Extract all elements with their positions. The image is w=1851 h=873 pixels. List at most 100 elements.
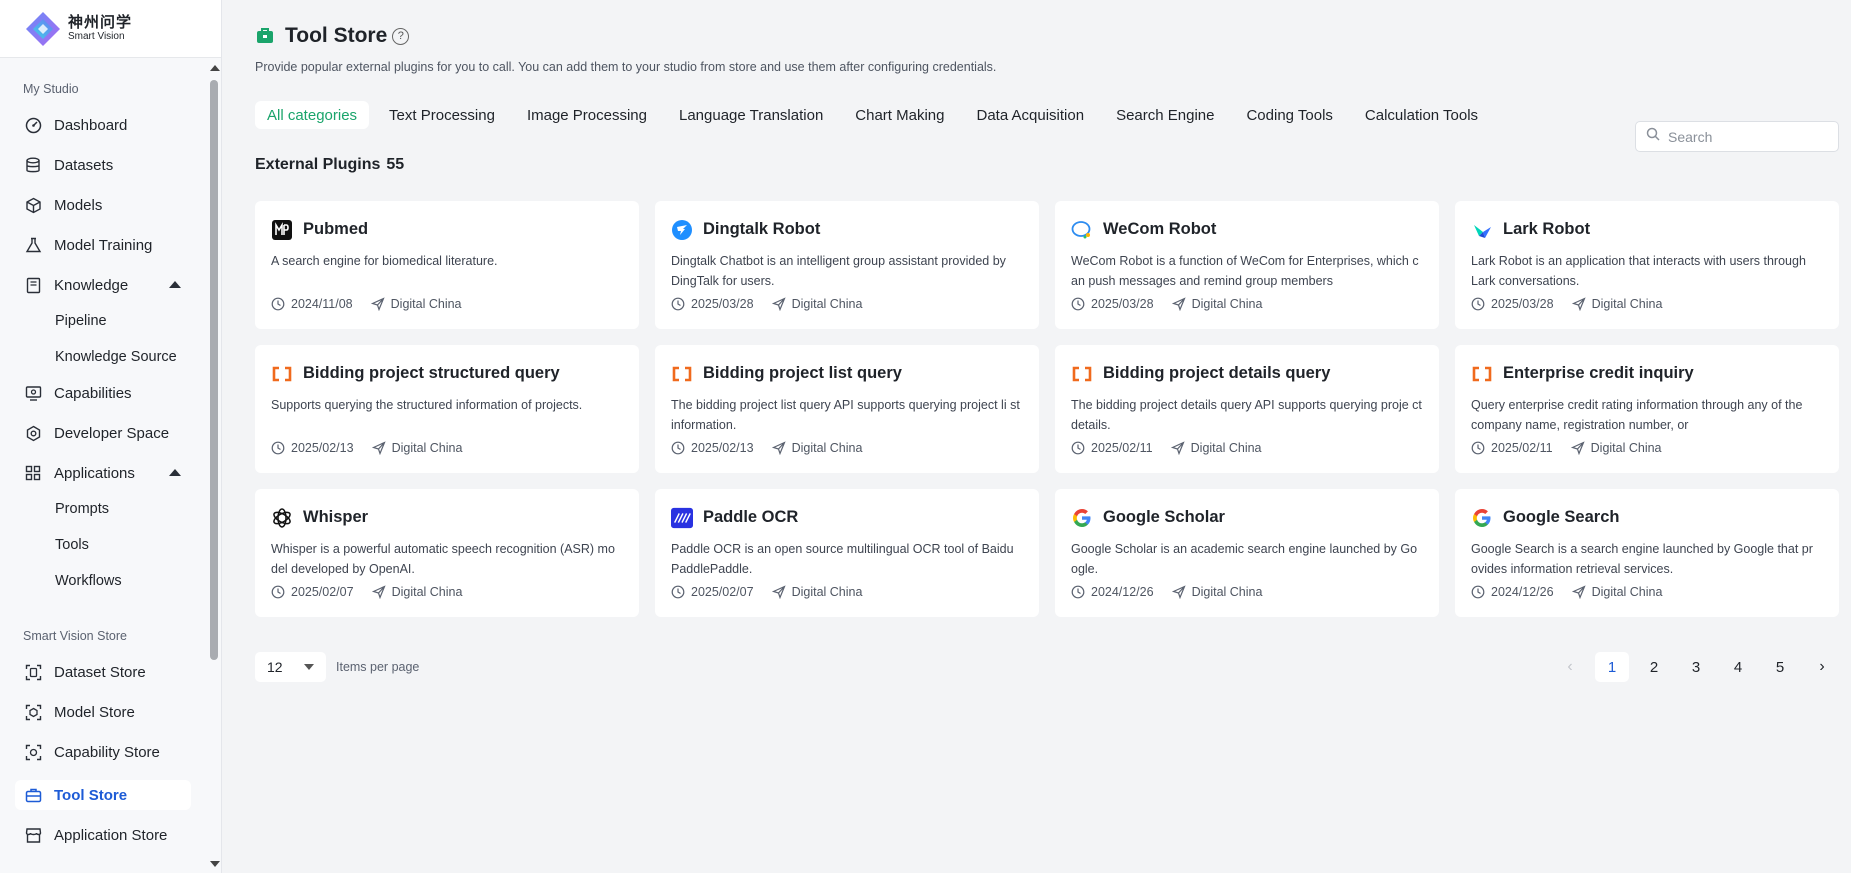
sidebar-item-prompts[interactable]: Prompts [15, 494, 191, 524]
sidebar-item-model-store[interactable]: Model Store [15, 697, 191, 727]
sidebar-item-datasets[interactable]: Datasets [15, 150, 191, 180]
chevron-down-icon [304, 664, 314, 670]
tab-all-categories[interactable]: All categories [255, 101, 370, 129]
card-date: 2025/02/13 [691, 441, 754, 455]
card-date: 2025/03/28 [1091, 297, 1154, 311]
card-author: Digital China [791, 441, 863, 455]
page-2-button[interactable]: 2 [1637, 652, 1671, 682]
collapse-caret-icon[interactable] [169, 469, 181, 476]
tab-text-processing[interactable]: Text Processing [377, 101, 507, 129]
sidebar-item-label: Dashboard [54, 116, 128, 134]
page-1-button[interactable]: 1 [1595, 652, 1629, 682]
sidebar-item-knowledge-source[interactable]: Knowledge Source [15, 342, 191, 372]
grid-icon [24, 464, 42, 482]
pagination: ‹ 1 2 3 4 5 › [1545, 652, 1839, 682]
clock-icon [271, 297, 285, 311]
search-box[interactable] [1635, 121, 1839, 152]
plugin-card-enterprise-credit-inquiry[interactable]: Enterprise credit inquiry Query enterpri… [1455, 345, 1839, 473]
plugin-card-google-search[interactable]: Google Search Google Search is a search … [1455, 489, 1839, 617]
sidebar-item-label: Pipeline [55, 313, 107, 329]
sidebar-item-tools[interactable]: Tools [15, 530, 191, 560]
sidebar-item-capability-store[interactable]: Capability Store [15, 737, 191, 767]
sidebar-item-label: Capabilities [54, 384, 132, 402]
card-title: Bidding project details query [1103, 364, 1331, 382]
tab-image-processing[interactable]: Image Processing [515, 101, 659, 129]
tab-calculation-tools[interactable]: Calculation Tools [1353, 101, 1490, 129]
card-author: Digital China [1591, 585, 1663, 599]
tab-language-translation[interactable]: Language Translation [667, 101, 835, 129]
sidebar-item-dashboard[interactable]: Dashboard [15, 110, 191, 140]
card-date: 2025/02/11 [1091, 441, 1153, 455]
sidebar-scrollbar[interactable] [206, 58, 222, 873]
card-date: 2025/02/13 [291, 441, 354, 455]
sidebar-item-models[interactable]: Models [15, 190, 191, 220]
plugin-card-whisper[interactable]: Whisper Whisper is a powerful automatic … [255, 489, 639, 617]
dataset-store-icon [24, 663, 42, 681]
card-title: Dingtalk Robot [703, 220, 821, 238]
sidebar-item-label: Tools [55, 537, 89, 553]
page-subtitle: Provide popular external plugins for you… [255, 60, 997, 74]
page-5-button[interactable]: 5 [1763, 652, 1797, 682]
plugin-card-google-scholar[interactable]: Google Scholar Google Scholar is an acad… [1055, 489, 1439, 617]
smart-vision-logo-icon [24, 10, 62, 48]
plugin-card-lark-robot[interactable]: Lark Robot Lark Robot is an application … [1455, 201, 1839, 329]
card-description: Whisper is a powerful automatic speech r… [271, 542, 615, 576]
search-input[interactable] [1668, 128, 1828, 145]
sidebar-item-label: Knowledge [54, 276, 129, 294]
clock-icon [1071, 585, 1085, 599]
sidebar-item-model-training[interactable]: Model Training [15, 230, 191, 260]
sidebar-item-applications[interactable]: Applications [15, 458, 191, 488]
tab-data-acquisition[interactable]: Data Acquisition [964, 101, 1096, 129]
sidebar-item-knowledge[interactable]: Knowledge [15, 270, 191, 300]
card-title: Google Scholar [1103, 508, 1225, 526]
toolbox-icon [255, 26, 275, 46]
card-description: The bidding project list query API suppo… [671, 398, 1020, 432]
send-icon [1571, 297, 1586, 312]
send-icon [370, 297, 385, 312]
sidebar-item-pipeline[interactable]: Pipeline [15, 306, 191, 336]
sidebar-item-label: Datasets [54, 156, 114, 174]
scroll-up-arrow-icon[interactable] [210, 65, 220, 71]
model-store-icon [24, 703, 42, 721]
send-icon [771, 297, 786, 312]
sidebar-item-dataset-store[interactable]: Dataset Store [15, 657, 191, 687]
sidebar-item-developer-space[interactable]: Developer Space [15, 418, 191, 448]
category-tabs: All categories Text Processing Image Pro… [255, 101, 1498, 129]
plugin-card-bidding-structured-query[interactable]: Bidding project structured query Support… [255, 345, 639, 473]
prev-page-chevron-left-icon[interactable]: ‹ [1553, 652, 1587, 682]
help-icon[interactable]: ? [392, 27, 410, 45]
scroll-down-arrow-icon[interactable] [210, 861, 220, 867]
brand-logo[interactable]: 神州问学 Smart Vision [0, 0, 221, 58]
tab-chart-making[interactable]: Chart Making [843, 101, 956, 129]
sidebar-item-workflows[interactable]: Workflows [15, 566, 191, 596]
plugin-card-wecom-robot[interactable]: WeCom Robot WeCom Robot is a function of… [1055, 201, 1439, 329]
card-title: Bidding project list query [703, 364, 902, 382]
plugin-card-bidding-list-query[interactable]: Bidding project list query The bidding p… [655, 345, 1039, 473]
tab-coding-tools[interactable]: Coding Tools [1234, 101, 1344, 129]
card-description: Google Search is a search engine launche… [1471, 542, 1813, 576]
sidebar-item-application-store[interactable]: Application Store [15, 820, 191, 850]
card-title: Enterprise credit inquiry [1503, 364, 1694, 382]
plugin-card-paddle-ocr[interactable]: Paddle OCR Paddle OCR is an open source … [655, 489, 1039, 617]
plugin-card-pubmed[interactable]: Pubmed A search engine for biomedical li… [255, 201, 639, 329]
bracket-icon [1471, 363, 1493, 385]
sidebar-item-capabilities[interactable]: Capabilities [15, 378, 191, 408]
plugin-card-dingtalk-robot[interactable]: Dingtalk Robot Dingtalk Chatbot is an in… [655, 201, 1039, 329]
page-3-button[interactable]: 3 [1679, 652, 1713, 682]
plugin-card-bidding-details-query[interactable]: Bidding project details query The biddin… [1055, 345, 1439, 473]
card-description: Dingtalk Chatbot is an intelligent group… [671, 254, 1006, 288]
items-per-page-label: Items per page [336, 660, 420, 674]
collapse-caret-icon[interactable] [169, 281, 181, 288]
tab-search-engine[interactable]: Search Engine [1104, 101, 1226, 129]
page-size-select[interactable]: 12 [255, 652, 326, 682]
next-page-chevron-right-icon[interactable]: › [1805, 652, 1839, 682]
page-4-button[interactable]: 4 [1721, 652, 1755, 682]
card-description: WeCom Robot is a function of WeCom for E… [1071, 254, 1419, 288]
card-description: Supports querying the structured informa… [271, 398, 583, 412]
page-title: Tool Store [285, 24, 388, 47]
card-date: 2024/12/26 [1091, 585, 1154, 599]
sidebar-item-tool-store[interactable]: Tool Store [15, 780, 191, 810]
section-title-my-studio: My Studio [23, 82, 79, 96]
send-icon [1171, 297, 1186, 312]
scroll-thumb[interactable] [210, 80, 218, 660]
